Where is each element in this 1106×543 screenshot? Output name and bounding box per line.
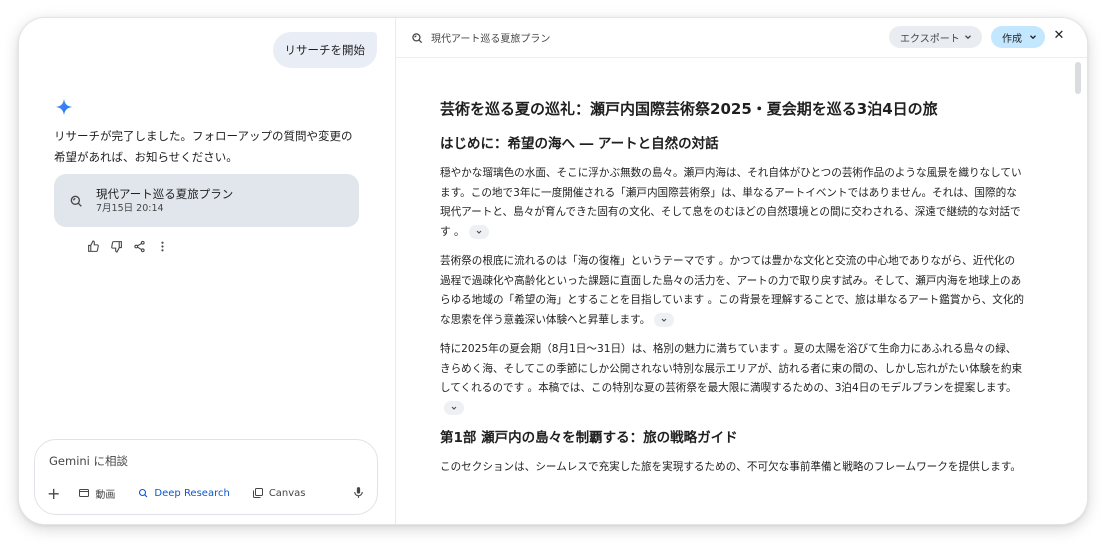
document-panel: 現代アート巡る夏旅プラン エクスポート 作成 ✕ 芸術を巡る夏の巡礼：瀬戸内国際… [395,18,1087,524]
paragraph: 特に2025年の夏会期（8月1日～31日）は、格別の魅力に満ちています 。夏の太… [440,340,1025,418]
expand-source-button[interactable] [654,312,675,327]
deep-research-doc-icon [412,33,423,44]
expand-source-button[interactable] [444,400,464,415]
paragraph: 芸術祭の根底に流れるのは「海の復権」というテーマです 。かつては豊かな文化と交流… [440,255,1025,327]
more-vert-icon[interactable] [156,240,169,253]
research-card-title: 現代アート巡る夏旅プラン [96,186,234,201]
close-icon[interactable]: ✕ [1052,29,1066,43]
deep-research-tool-label: Deep Research [154,487,230,499]
assistant-reply: リサーチが完了しました。フォローアップの質問や変更の希望があれば、お知らせくださ… [54,129,353,164]
deep-research-tool-button[interactable]: Deep Research [131,482,236,504]
chevron-down-icon [476,230,481,234]
chevron-down-icon [451,406,457,410]
add-icon[interactable]: + [47,482,60,504]
microphone-icon[interactable] [352,484,365,503]
document-content: 芸術を巡る夏の巡礼：瀬戸内国際芸術祭2025・夏会期を巡る3泊4日の旅 はじめに… [440,98,1025,488]
video-tool-label: 動画 [95,489,116,501]
canvas-tool-button[interactable]: Canvas [252,482,306,504]
gemini-sparkle-icon [55,98,73,116]
canvas-icon [252,488,263,498]
document-heading: 芸術を巡る夏の巡礼：瀬戸内国際芸術祭2025・夏会期を巡る3泊4日の旅 [440,100,938,118]
section-heading: はじめに：希望の海へ ― アートと自然の対話 [440,136,719,152]
paragraph: 穏やかな瑠璃色の水面、そこに浮かぶ無数の島々。瀬戸内海は、それ自体がひとつの芸術… [440,167,1022,239]
share-icon[interactable] [133,240,146,253]
thumb-up-icon[interactable] [87,240,100,253]
research-result-card[interactable]: 現代アート巡る夏旅プラン 7月15日 20:14 [54,174,359,227]
prompt-input[interactable]: Gemini に相談 [49,453,128,469]
expand-source-button[interactable] [468,224,489,239]
document-toolbar: 現代アート巡る夏旅プラン エクスポート 作成 ✕ [396,18,1087,58]
scrollbar-thumb[interactable] [1075,62,1081,94]
deep-research-icon [70,195,82,207]
section-heading: 第1部 瀬戸内の島々を制覇する：旅の戦略ガイド [440,430,738,446]
chat-panel: リサーチを開始 リサーチが完了しました。フォローアップの質問や変更の希望があれば… [19,18,395,524]
chevron-down-icon [661,318,667,322]
user-message: リサーチを開始 [272,32,377,68]
app-window: リサーチを開始 リサーチが完了しました。フォローアップの質問や変更の希望があれば… [19,18,1087,524]
chevron-down-icon [965,35,971,40]
deep-research-tool-icon [139,488,148,498]
canvas-tool-label: Canvas [268,487,306,499]
thumb-down-icon[interactable] [110,240,123,253]
create-button[interactable]: 作成 [991,26,1045,48]
export-label: エクスポート [900,33,960,45]
export-button[interactable]: エクスポート [889,26,982,48]
research-card-date: 7月15日 20:14 [96,202,164,214]
input-toolbar: + 動画 Deep Research Canvas [47,481,365,505]
video-tool-button[interactable]: 動画 [78,482,115,504]
prompt-input-box[interactable]: Gemini に相談 + 動画 Deep Research Canvas [34,439,378,515]
video-icon [79,489,90,497]
paragraph: このセクションは、シームレスで充実した旅を実現するための、不可欠な事前準備と戦略… [440,461,1021,473]
create-label: 作成 [1002,33,1022,45]
chevron-down-icon [1030,35,1036,40]
response-actions [87,240,169,253]
document-title: 現代アート巡る夏旅プラン [431,34,551,45]
